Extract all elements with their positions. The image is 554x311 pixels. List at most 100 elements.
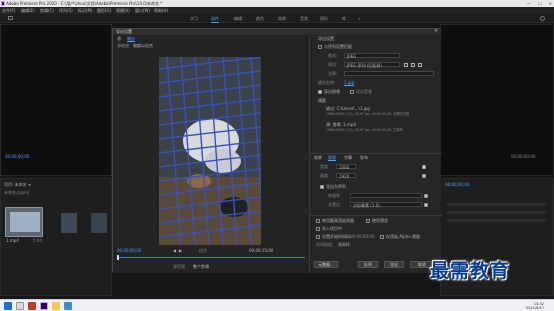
search-icon[interactable] (540, 16, 545, 21)
subtab-publish[interactable]: 发布 (360, 156, 368, 160)
max-render-checkbox[interactable] (316, 219, 320, 223)
tab-graphics[interactable]: 图形 (320, 16, 328, 21)
timecode-out: 00;00;15;00 (249, 248, 274, 253)
export-sequence-checkbox[interactable] (320, 185, 324, 189)
tab-assembly[interactable]: 组件 (211, 16, 219, 23)
tab-libraries[interactable]: 库 (342, 16, 346, 21)
comments-field[interactable] (344, 71, 434, 76)
aspect-checkbox[interactable] (424, 203, 428, 207)
frame-rate-checkbox[interactable] (424, 194, 428, 198)
source-scaling-dropdown[interactable]: 缩放以适合 (133, 44, 153, 48)
height-checkbox[interactable] (422, 174, 426, 178)
menu-help[interactable]: 帮助(H) (154, 8, 168, 13)
app-icon-2[interactable] (64, 302, 72, 310)
menu-clip[interactable]: 剪辑(C) (40, 8, 54, 13)
menu-sequence[interactable]: 序列(S) (59, 8, 73, 13)
preset-dropdown[interactable]: JPEG 序列 (匹配源) (344, 62, 400, 67)
tab-output[interactable]: 输出 (127, 37, 135, 42)
use-previews-checkbox[interactable] (366, 219, 370, 223)
menu-edit[interactable]: 编辑(E) (21, 8, 35, 13)
preview-image (159, 57, 261, 245)
dialog-close-button[interactable]: ✕ (434, 29, 438, 35)
match-sequence-checkbox[interactable] (318, 45, 322, 49)
format-label: 格式: (328, 53, 338, 58)
clip-thumbnail-3[interactable] (91, 213, 107, 233)
search-taskbar-icon[interactable] (16, 302, 24, 310)
range-label: 源范围 (173, 264, 185, 269)
clip-thumbnail-2[interactable] (61, 213, 77, 233)
program-timecode: 00;00;00;00 (511, 154, 536, 159)
export-video-checkbox[interactable] (318, 90, 322, 94)
frame-rate-label: 帧速率 (328, 193, 340, 198)
range-dropdown[interactable]: 整个剪辑 (193, 265, 209, 269)
export-preview-frame (159, 57, 261, 245)
source-monitor: 00;00;00;00 (0, 24, 112, 176)
menu-graphics[interactable]: 图形(G) (97, 8, 111, 13)
subtab-captions[interactable]: 字幕 (344, 156, 352, 160)
subtab-video[interactable]: 视频 (328, 156, 336, 161)
premiere-taskbar-icon[interactable] (40, 302, 48, 310)
aspect-label: 长宽比 (328, 202, 340, 207)
output-name-label: 输出名称: (318, 80, 336, 85)
time-interp-dropdown[interactable]: 帧采样 (338, 243, 350, 247)
export-audio-label: 导出音频 (356, 89, 372, 94)
dialog-title: 导出设置 (116, 29, 132, 34)
comments-label: 注释: (328, 71, 338, 76)
clip-thumbnail[interactable] (5, 207, 43, 237)
tab-more[interactable]: » (358, 16, 360, 21)
premiere-logo-icon (1, 1, 5, 6)
format-dropdown[interactable]: JPEG (344, 53, 400, 58)
width-checkbox[interactable] (422, 165, 426, 169)
queue-button[interactable]: 队列 (358, 261, 378, 268)
width-field[interactable]: 1080 (336, 164, 356, 169)
tab-audio[interactable]: 音频 (300, 16, 308, 21)
frame-rate-dropdown[interactable] (350, 193, 422, 198)
start-timecode-checkbox[interactable] (316, 235, 320, 239)
maximize-button[interactable]: ☐ (538, 1, 542, 6)
output-name-link[interactable]: 1.jpg (344, 81, 354, 85)
fit-dropdown[interactable]: 适合 (199, 249, 207, 253)
tab-source[interactable]: 源 (117, 37, 121, 41)
delete-preset-icon[interactable] (418, 63, 422, 67)
windows-start-icon[interactable] (4, 302, 12, 310)
tab-learn[interactable]: 学习 (190, 16, 198, 21)
source-scaling-label: 源缩放: (117, 43, 131, 48)
max-render-label: 使用最高渲染质量 (322, 218, 354, 223)
menu-marker[interactable]: 标记(M) (78, 8, 93, 13)
window-title: Adobe Premiere Pro 2020 - C:\用户\zhou\文档\… (6, 0, 163, 6)
aspect-dropdown[interactable]: 方形像素 (1.0) (350, 202, 422, 207)
tab-color[interactable]: 颜色 (256, 16, 264, 21)
summary-label: 摘要 (318, 98, 326, 103)
import-project-checkbox[interactable] (316, 227, 320, 231)
menu-file[interactable]: 文件(F) (2, 8, 15, 13)
render-alpha-checkbox[interactable] (380, 235, 384, 239)
export-button[interactable]: 导出 (384, 261, 404, 268)
menu-window[interactable]: 窗口(W) (135, 8, 150, 13)
height-field[interactable]: 1920 (336, 173, 356, 178)
export-settings-header: 导出设置 (318, 36, 334, 41)
out-point-icon[interactable]: ▶ (179, 249, 182, 253)
start-timecode-value[interactable]: 00;00;00;00 (350, 235, 374, 239)
close-window-button[interactable]: ✕ (549, 1, 552, 6)
tab-editing[interactable]: 编辑 (234, 16, 242, 21)
summary-output-detail: 1080x1920 (1.0), 29.97 fps, 00;00;05;00,… (326, 112, 410, 116)
app-icon-1[interactable] (28, 302, 36, 310)
metadata-button[interactable]: 元数据... (314, 261, 338, 268)
source-range-bar[interactable] (117, 257, 305, 258)
clip-label: 1.mp4 (6, 238, 19, 243)
subtab-effects[interactable]: 效果 (314, 156, 322, 160)
save-preset-icon[interactable] (404, 63, 408, 67)
project-bin-name: 未命名.prproj (4, 190, 30, 195)
menu-view[interactable]: 视图(V) (116, 8, 130, 13)
minimize-button[interactable]: — (527, 1, 531, 6)
import-preset-icon[interactable] (411, 63, 415, 67)
menu-bar: 文件(F) 编辑(E) 剪辑(C) 序列(S) 标记(M) 图形(G) 视图(V… (0, 7, 554, 14)
tab-effects[interactable]: 效果 (278, 16, 286, 21)
time-interp-label: 时间插值: (316, 242, 334, 247)
export-audio-checkbox[interactable] (350, 90, 354, 94)
in-point-icon[interactable]: ◀ (173, 249, 176, 253)
file-explorer-icon[interactable] (52, 302, 60, 310)
home-icon[interactable] (8, 16, 13, 20)
use-previews-label: 使用预览 (372, 218, 388, 223)
playhead[interactable] (117, 255, 119, 260)
